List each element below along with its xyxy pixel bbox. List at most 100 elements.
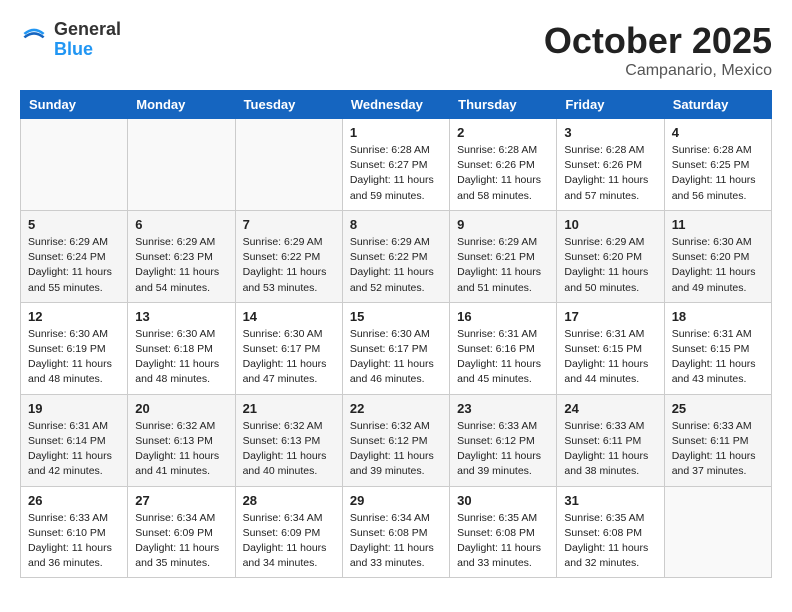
day-cell (21, 119, 128, 211)
day-cell: 26 Sunrise: 6:33 AM Sunset: 6:10 PM Dayli… (21, 486, 128, 578)
day-info: Sunrise: 6:33 AM Sunset: 6:12 PM Dayligh… (457, 419, 549, 480)
day-info: Sunrise: 6:31 AM Sunset: 6:15 PM Dayligh… (564, 327, 656, 388)
day-info: Sunrise: 6:28 AM Sunset: 6:26 PM Dayligh… (564, 143, 656, 204)
day-info: Sunrise: 6:30 AM Sunset: 6:18 PM Dayligh… (135, 327, 227, 388)
day-cell (235, 119, 342, 211)
day-cell: 14 Sunrise: 6:30 AM Sunset: 6:17 PM Dayli… (235, 302, 342, 394)
day-number: 8 (350, 217, 442, 232)
weekday-header-monday: Monday (128, 91, 235, 119)
day-cell: 5 Sunrise: 6:29 AM Sunset: 6:24 PM Daylig… (21, 210, 128, 302)
day-number: 28 (243, 493, 335, 508)
day-cell: 18Sunrise: 6:31 AM Sunset: 6:15 PM Dayli… (664, 302, 771, 394)
day-cell: 13 Sunrise: 6:30 AM Sunset: 6:18 PM Dayli… (128, 302, 235, 394)
day-cell: 19Sunrise: 6:31 AM Sunset: 6:14 PM Dayli… (21, 394, 128, 486)
page-header: General Blue October 2025 Campanario, Me… (20, 20, 772, 80)
day-number: 15 (350, 309, 442, 324)
day-cell: 23 Sunrise: 6:33 AM Sunset: 6:12 PM Dayli… (450, 394, 557, 486)
weekday-header-sunday: Sunday (21, 91, 128, 119)
day-number: 2 (457, 125, 549, 140)
calendar-table: SundayMondayTuesdayWednesdayThursdayFrid… (20, 90, 772, 578)
day-info: Sunrise: 6:30 AM Sunset: 6:20 PM Dayligh… (672, 235, 764, 296)
day-cell: 28Sunrise: 6:34 AM Sunset: 6:09 PM Dayli… (235, 486, 342, 578)
day-number: 21 (243, 401, 335, 416)
day-cell: 12 Sunrise: 6:30 AM Sunset: 6:19 PM Dayli… (21, 302, 128, 394)
day-info: Sunrise: 6:29 AM Sunset: 6:23 PM Dayligh… (135, 235, 227, 296)
day-cell: 29Sunrise: 6:34 AM Sunset: 6:08 PM Dayli… (342, 486, 449, 578)
day-info: Sunrise: 6:32 AM Sunset: 6:13 PM Dayligh… (135, 419, 227, 480)
day-info: Sunrise: 6:34 AM Sunset: 6:09 PM Dayligh… (135, 511, 227, 572)
day-cell: 11 Sunrise: 6:30 AM Sunset: 6:20 PM Dayli… (664, 210, 771, 302)
day-number: 26 (28, 493, 120, 508)
calendar-header: SundayMondayTuesdayWednesdayThursdayFrid… (21, 91, 772, 119)
day-info: Sunrise: 6:29 AM Sunset: 6:22 PM Dayligh… (243, 235, 335, 296)
day-cell: 3Sunrise: 6:28 AM Sunset: 6:26 PM Daylig… (557, 119, 664, 211)
day-number: 30 (457, 493, 549, 508)
day-cell (664, 486, 771, 578)
day-cell: 31Sunrise: 6:35 AM Sunset: 6:08 PM Dayli… (557, 486, 664, 578)
day-info: Sunrise: 6:32 AM Sunset: 6:12 PM Dayligh… (350, 419, 442, 480)
day-number: 23 (457, 401, 549, 416)
day-number: 5 (28, 217, 120, 232)
day-cell: 16Sunrise: 6:31 AM Sunset: 6:16 PM Dayli… (450, 302, 557, 394)
weekday-header-wednesday: Wednesday (342, 91, 449, 119)
day-info: Sunrise: 6:31 AM Sunset: 6:14 PM Dayligh… (28, 419, 120, 480)
day-cell: 30Sunrise: 6:35 AM Sunset: 6:08 PM Dayli… (450, 486, 557, 578)
day-number: 6 (135, 217, 227, 232)
weekday-header-saturday: Saturday (664, 91, 771, 119)
day-number: 1 (350, 125, 442, 140)
day-info: Sunrise: 6:29 AM Sunset: 6:22 PM Dayligh… (350, 235, 442, 296)
day-info: Sunrise: 6:32 AM Sunset: 6:13 PM Dayligh… (243, 419, 335, 480)
week-row-1: 5 Sunrise: 6:29 AM Sunset: 6:24 PM Daylig… (21, 210, 772, 302)
day-number: 17 (564, 309, 656, 324)
day-number: 10 (564, 217, 656, 232)
day-cell: 2 Sunrise: 6:28 AM Sunset: 6:26 PM Daylig… (450, 119, 557, 211)
day-info: Sunrise: 6:28 AM Sunset: 6:25 PM Dayligh… (672, 143, 764, 204)
day-cell: 7Sunrise: 6:29 AM Sunset: 6:22 PM Daylig… (235, 210, 342, 302)
day-cell: 24Sunrise: 6:33 AM Sunset: 6:11 PM Dayli… (557, 394, 664, 486)
day-info: Sunrise: 6:30 AM Sunset: 6:17 PM Dayligh… (243, 327, 335, 388)
day-number: 16 (457, 309, 549, 324)
weekday-header-thursday: Thursday (450, 91, 557, 119)
day-number: 9 (457, 217, 549, 232)
weekday-header-row: SundayMondayTuesdayWednesdayThursdayFrid… (21, 91, 772, 119)
day-number: 25 (672, 401, 764, 416)
week-row-2: 12 Sunrise: 6:30 AM Sunset: 6:19 PM Dayli… (21, 302, 772, 394)
day-cell: 20 Sunrise: 6:32 AM Sunset: 6:13 PM Dayli… (128, 394, 235, 486)
day-cell (128, 119, 235, 211)
day-number: 20 (135, 401, 227, 416)
day-info: Sunrise: 6:28 AM Sunset: 6:26 PM Dayligh… (457, 143, 549, 204)
day-number: 11 (672, 217, 764, 232)
day-info: Sunrise: 6:29 AM Sunset: 6:21 PM Dayligh… (457, 235, 549, 296)
day-cell: 22 Sunrise: 6:32 AM Sunset: 6:12 PM Dayli… (342, 394, 449, 486)
day-info: Sunrise: 6:34 AM Sunset: 6:08 PM Dayligh… (350, 511, 442, 572)
day-number: 22 (350, 401, 442, 416)
day-number: 14 (243, 309, 335, 324)
day-cell: 8 Sunrise: 6:29 AM Sunset: 6:22 PM Daylig… (342, 210, 449, 302)
day-number: 31 (564, 493, 656, 508)
day-cell: 17 Sunrise: 6:31 AM Sunset: 6:15 PM Dayli… (557, 302, 664, 394)
month-title: October 2025 (544, 20, 772, 62)
day-number: 13 (135, 309, 227, 324)
week-row-3: 19Sunrise: 6:31 AM Sunset: 6:14 PM Dayli… (21, 394, 772, 486)
day-info: Sunrise: 6:33 AM Sunset: 6:11 PM Dayligh… (672, 419, 764, 480)
day-info: Sunrise: 6:30 AM Sunset: 6:19 PM Dayligh… (28, 327, 120, 388)
day-cell: 27 Sunrise: 6:34 AM Sunset: 6:09 PM Dayli… (128, 486, 235, 578)
title-block: October 2025 Campanario, Mexico (544, 20, 772, 80)
day-number: 18 (672, 309, 764, 324)
day-info: Sunrise: 6:30 AM Sunset: 6:17 PM Dayligh… (350, 327, 442, 388)
day-number: 24 (564, 401, 656, 416)
day-cell: 21 Sunrise: 6:32 AM Sunset: 6:13 PM Dayli… (235, 394, 342, 486)
logo-text: General Blue (54, 20, 121, 60)
day-info: Sunrise: 6:29 AM Sunset: 6:20 PM Dayligh… (564, 235, 656, 296)
calendar-body: 1 Sunrise: 6:28 AM Sunset: 6:27 PM Daylig… (21, 119, 772, 578)
day-number: 12 (28, 309, 120, 324)
weekday-header-tuesday: Tuesday (235, 91, 342, 119)
location: Campanario, Mexico (544, 62, 772, 80)
day-cell: 1 Sunrise: 6:28 AM Sunset: 6:27 PM Daylig… (342, 119, 449, 211)
day-info: Sunrise: 6:29 AM Sunset: 6:24 PM Dayligh… (28, 235, 120, 296)
logo-icon (20, 26, 48, 54)
day-info: Sunrise: 6:33 AM Sunset: 6:10 PM Dayligh… (28, 511, 120, 572)
day-number: 27 (135, 493, 227, 508)
day-cell: 4Sunrise: 6:28 AM Sunset: 6:25 PM Daylig… (664, 119, 771, 211)
day-info: Sunrise: 6:28 AM Sunset: 6:27 PM Dayligh… (350, 143, 442, 204)
